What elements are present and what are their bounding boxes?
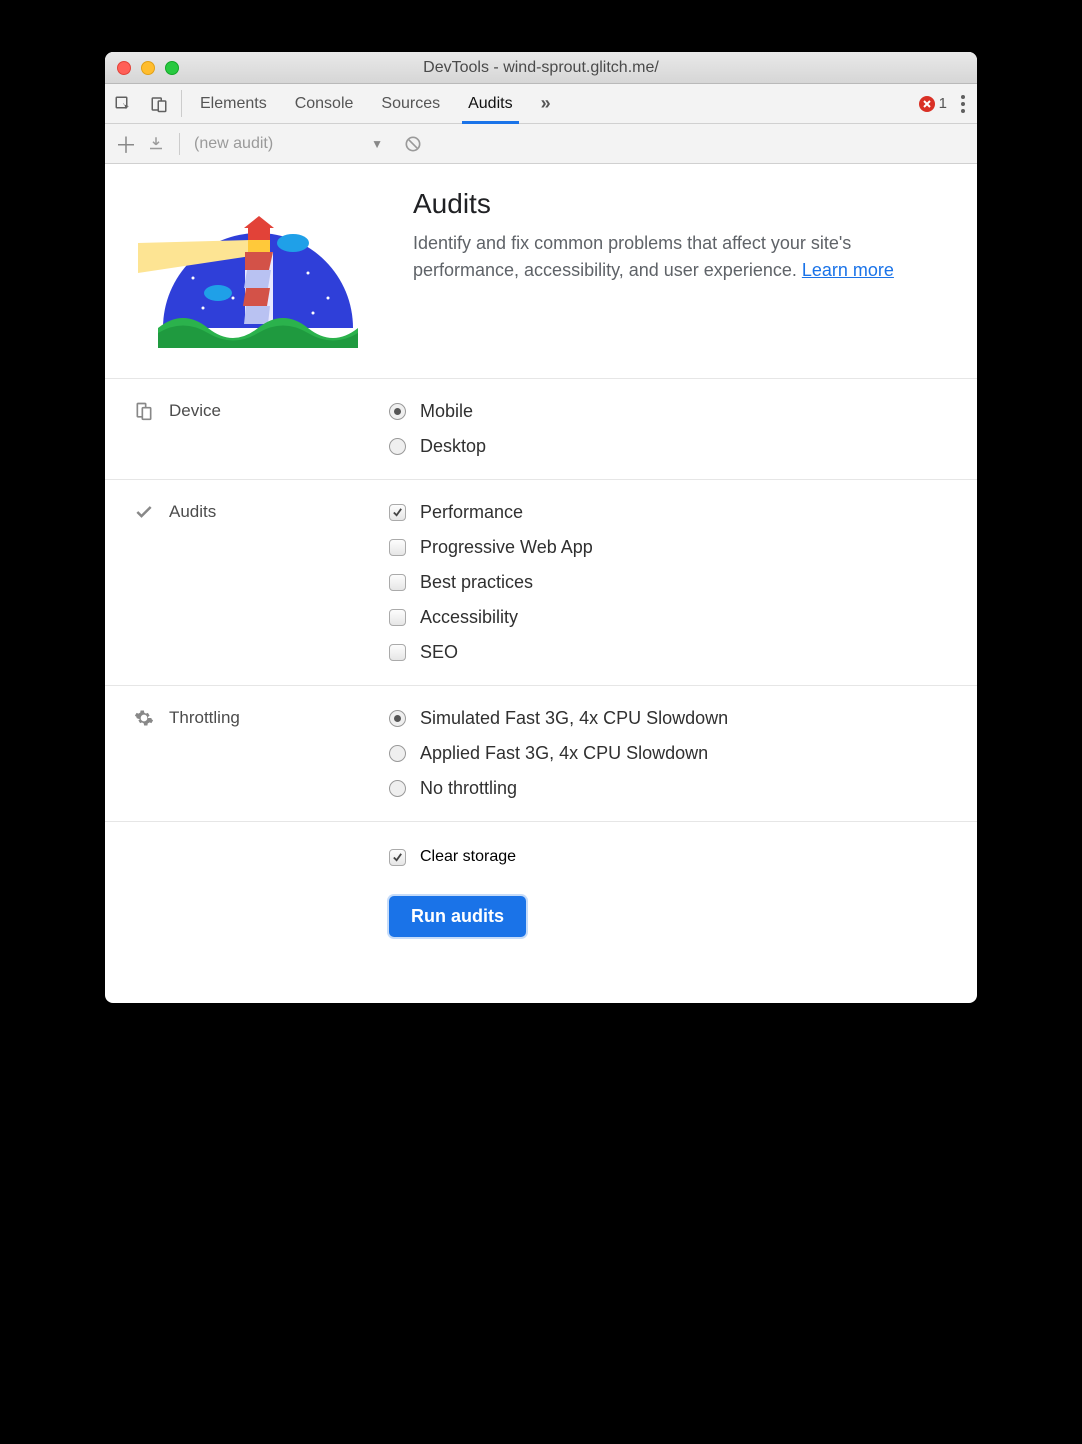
tab-console[interactable]: Console [281,84,368,123]
separator [179,133,180,155]
footer-section: Clear storage Run audits [105,821,977,963]
audits-panel: Audits Identify and fix common problems … [105,164,977,1003]
audit-option-pwa[interactable]: Progressive Web App [389,537,949,558]
audits-section: Audits Performance Progressive Web App B… [105,479,977,685]
audits-title: Audits [413,188,949,220]
tab-audits[interactable]: Audits [454,84,526,123]
checkbox-icon [389,609,406,626]
audits-description-text: Identify and fix common problems that af… [413,233,851,280]
minimize-window-button[interactable] [141,61,155,75]
throttling-option-applied[interactable]: Applied Fast 3G, 4x CPU Slowdown [389,743,949,764]
error-count-badge[interactable]: 1 [919,95,947,112]
tab-sources[interactable]: Sources [367,84,454,123]
checkbox-icon [389,574,406,591]
device-section: Device Mobile Desktop [105,378,977,479]
option-label: Accessibility [420,607,518,628]
window-titlebar: DevTools - wind-sprout.glitch.me/ [105,52,977,84]
audits-hero-text: Audits Identify and fix common problems … [413,188,949,348]
inspect-element-icon[interactable] [105,84,141,123]
lighthouse-illustration [133,188,383,348]
throttling-section: Throttling Simulated Fast 3G, 4x CPU Slo… [105,685,977,821]
throttling-section-label: Throttling [169,708,240,728]
checkbox-icon [389,539,406,556]
tab-label: Elements [200,95,267,113]
new-audit-button[interactable]: ＋ [115,128,137,160]
tab-label: Audits [468,95,512,113]
option-label: Performance [420,502,523,523]
devtools-window: DevTools - wind-sprout.glitch.me/ Elemen… [105,52,977,1003]
throttling-option-none[interactable]: No throttling [389,778,949,799]
device-toolbar-icon[interactable] [141,84,177,123]
throttling-option-simulated[interactable]: Simulated Fast 3G, 4x CPU Slowdown [389,708,949,729]
checkbox-icon [389,644,406,661]
audits-hero: Audits Identify and fix common problems … [105,188,977,378]
audit-selector-label: (new audit) [194,135,273,153]
chevron-down-icon: ▼ [371,137,383,151]
checkbox-icon [389,849,406,866]
option-label: Clear storage [420,848,516,866]
traffic-lights [117,61,179,75]
audits-description: Identify and fix common problems that af… [413,230,949,284]
chevron-right-icon: » [541,93,551,114]
option-label: Progressive Web App [420,537,593,558]
audit-option-seo[interactable]: SEO [389,642,949,663]
audit-option-performance[interactable]: Performance [389,502,949,523]
main-menu-button[interactable] [961,95,965,113]
tab-label: Sources [381,95,440,113]
error-icon [919,96,935,112]
option-label: Desktop [420,436,486,457]
option-label: Simulated Fast 3G, 4x CPU Slowdown [420,708,728,729]
window-title: DevTools - wind-sprout.glitch.me/ [105,59,977,77]
tab-label: Console [295,95,354,113]
option-label: No throttling [420,778,517,799]
option-label: Mobile [420,401,473,422]
option-label: Applied Fast 3G, 4x CPU Slowdown [420,743,708,764]
option-label: SEO [420,642,458,663]
zoom-window-button[interactable] [165,61,179,75]
radio-icon [389,438,406,455]
radio-icon [389,403,406,420]
audits-toolbar: ＋ (new audit) ▼ [105,124,977,164]
audit-option-accessibility[interactable]: Accessibility [389,607,949,628]
audits-section-label: Audits [169,502,216,522]
tabs-overflow-button[interactable]: » [527,84,565,123]
clear-button[interactable] [403,134,423,154]
device-option-mobile[interactable]: Mobile [389,401,949,422]
run-audits-button[interactable]: Run audits [389,896,526,937]
devtools-tabstrip: Elements Console Sources Audits » 1 [105,84,977,124]
radio-icon [389,710,406,727]
download-report-button[interactable] [147,135,165,153]
audit-option-best-practices[interactable]: Best practices [389,572,949,593]
gear-icon [133,708,155,728]
device-option-desktop[interactable]: Desktop [389,436,949,457]
radio-icon [389,780,406,797]
learn-more-link[interactable]: Learn more [802,260,894,280]
device-section-label: Device [169,401,221,421]
close-window-button[interactable] [117,61,131,75]
radio-icon [389,745,406,762]
checkbox-icon [389,504,406,521]
audit-selector[interactable]: (new audit) ▼ [194,135,383,153]
check-icon [133,502,155,522]
separator [181,90,182,117]
device-icon [133,401,155,421]
option-label: Best practices [420,572,533,593]
clear-storage-option[interactable]: Clear storage [389,848,516,866]
error-count: 1 [939,95,947,112]
tab-elements[interactable]: Elements [186,84,281,123]
